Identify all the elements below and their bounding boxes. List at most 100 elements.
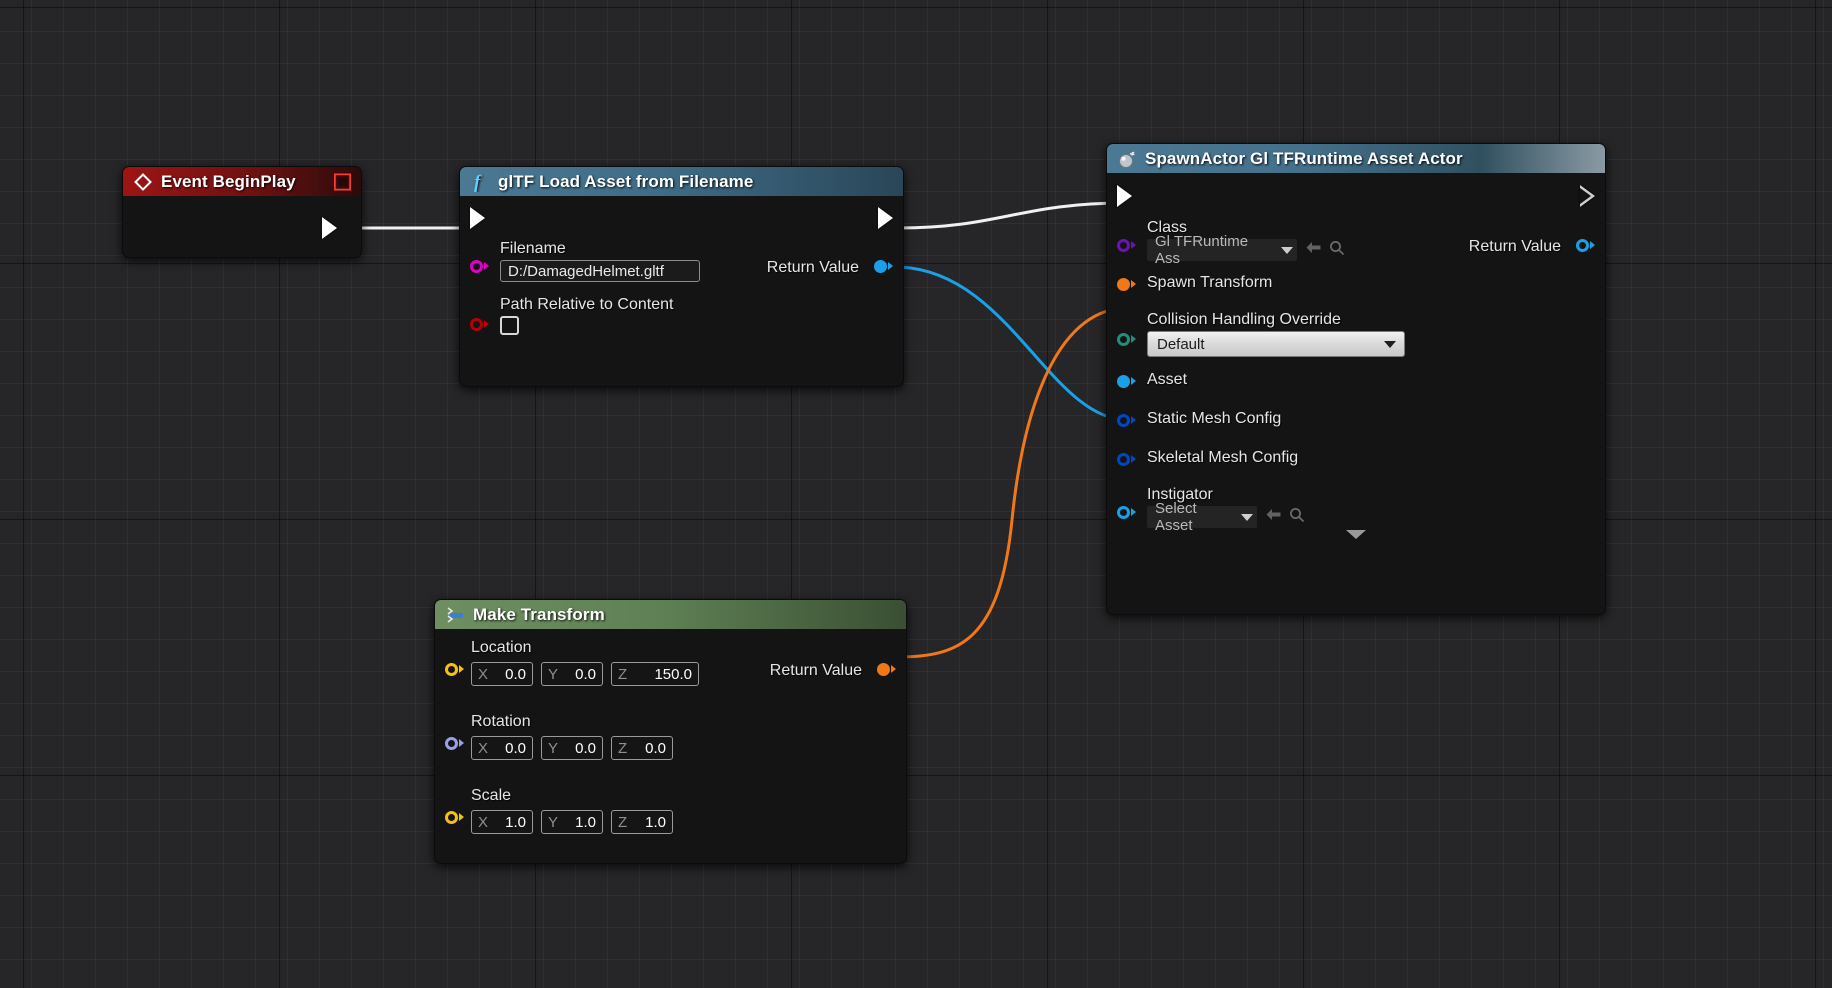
event-stop-icon[interactable] — [334, 173, 351, 190]
axis-label-y: Y — [548, 740, 558, 757]
location-y-field[interactable]: Y 0.0 — [541, 662, 603, 686]
pin-skeletal-mesh-config[interactable] — [1117, 451, 1139, 467]
pin-return-value-gltf[interactable] — [871, 258, 893, 274]
collision-handling-override-dropdown[interactable]: Default — [1147, 331, 1405, 357]
rotation-x-field[interactable]: X 0.0 — [471, 736, 533, 760]
pin-arrow-icon — [484, 320, 489, 328]
pin-arrow-icon — [484, 262, 489, 270]
node-header-event-begin-play[interactable]: Event BeginPlay — [123, 167, 361, 196]
expand-advanced-arrow[interactable] — [1346, 530, 1366, 539]
node-header-spawn-actor[interactable]: SpawnActor Gl TFRuntime Asset Actor — [1107, 144, 1605, 173]
pin-label-return-value-spawn: Return Value — [1469, 237, 1561, 256]
axis-label-y: Y — [548, 666, 558, 683]
node-spawn-actor-gltfruntime-asset-actor[interactable]: SpawnActor Gl TFRuntime Asset Actor — [1106, 143, 1606, 615]
make-transform-icon — [445, 605, 465, 625]
pin-return-value-make-transform[interactable] — [874, 661, 896, 677]
string-pin-icon — [470, 260, 483, 273]
axis-label-x: X — [478, 814, 488, 831]
wire-transform-to-spawn-transform — [898, 308, 1128, 657]
pin-return-value-spawn[interactable] — [1573, 237, 1595, 253]
pin-exec-out-gltf[interactable] — [871, 210, 893, 226]
location-z-field[interactable]: Z 150.0 — [611, 662, 699, 686]
wire-gltf-return-to-asset — [900, 267, 1128, 420]
object-pin-icon — [1117, 375, 1130, 388]
collision-handling-override-value: Default — [1157, 336, 1205, 353]
rotation-z-value: 0.0 — [645, 740, 666, 757]
path-relative-to-content-checkbox[interactable] — [500, 316, 519, 335]
instigator-combo-value: Select Asset — [1155, 500, 1235, 534]
location-x-value: 0.0 — [505, 666, 526, 683]
vector-pin-icon — [445, 663, 458, 676]
node-header-gltf-load-asset[interactable]: f glTF Load Asset from Filename — [460, 167, 903, 196]
rotation-y-value: 0.0 — [575, 740, 596, 757]
pin-exec-in-spawn-actor[interactable] — [1117, 188, 1139, 204]
node-header-make-transform[interactable]: Make Transform — [435, 600, 906, 629]
pin-arrow-icon — [1131, 335, 1136, 343]
search-icon[interactable] — [1289, 507, 1305, 528]
class-combo[interactable]: Gl TFRuntime Ass — [1147, 239, 1297, 261]
pin-label-location: Location — [471, 638, 707, 657]
pin-label-skeletal-mesh-config: Skeletal Mesh Config — [1147, 448, 1298, 467]
filename-input[interactable]: D:/DamagedHelmet.gltf — [500, 260, 700, 282]
node-gltf-load-asset-from-filename[interactable]: f glTF Load Asset from Filename — [459, 166, 904, 387]
chevron-down-icon — [1241, 514, 1253, 521]
pin-label-collision-handling-override: Collision Handling Override — [1147, 310, 1405, 329]
browse-back-icon[interactable] — [1265, 507, 1282, 527]
axis-label-x: X — [478, 666, 488, 683]
rotation-y-field[interactable]: Y 0.0 — [541, 736, 603, 760]
axis-label-y: Y — [548, 814, 558, 831]
pin-arrow-icon — [888, 262, 893, 270]
axis-label-x: X — [478, 740, 488, 757]
pin-label-rotation: Rotation — [471, 712, 681, 731]
pin-arrow-icon — [1131, 455, 1136, 463]
pin-arrow-icon — [1131, 508, 1136, 516]
location-y-value: 0.0 — [575, 666, 596, 683]
pin-spawn-transform[interactable] — [1117, 276, 1139, 292]
vector-pin-icon — [445, 811, 458, 824]
scale-x-field[interactable]: X 1.0 — [471, 810, 533, 834]
node-title-event-begin-play: Event BeginPlay — [161, 172, 296, 192]
pin-rotation[interactable] — [445, 735, 467, 751]
node-title-gltf-load-asset: glTF Load Asset from Filename — [498, 172, 753, 192]
pin-scale[interactable] — [445, 809, 467, 825]
pin-static-mesh-config[interactable] — [1117, 412, 1139, 428]
exec-triangle-icon — [878, 207, 893, 229]
scale-y-value: 1.0 — [575, 814, 596, 831]
event-node-icon — [133, 172, 153, 192]
exec-triangle-icon — [322, 217, 337, 239]
location-x-field[interactable]: X 0.0 — [471, 662, 533, 686]
object-pin-icon — [1117, 506, 1130, 519]
function-f-icon: f — [470, 172, 490, 192]
scale-y-field[interactable]: Y 1.0 — [541, 810, 603, 834]
pin-arrow-icon — [1131, 377, 1136, 385]
pin-label-static-mesh-config: Static Mesh Config — [1147, 409, 1281, 428]
pin-exec-in-gltf[interactable] — [470, 210, 492, 226]
enum-pin-icon — [1117, 333, 1130, 346]
pin-asset[interactable] — [1117, 373, 1139, 389]
browse-back-icon[interactable] — [1305, 240, 1322, 260]
pin-instigator[interactable] — [1117, 504, 1139, 520]
pin-label-spawn-transform: Spawn Transform — [1147, 273, 1272, 292]
scale-z-value: 1.0 — [645, 814, 666, 831]
pin-filename[interactable] — [470, 258, 492, 274]
search-icon[interactable] — [1329, 240, 1345, 261]
svg-text:f: f — [474, 172, 482, 192]
pin-exec-out-spawn-actor[interactable] — [1573, 188, 1595, 204]
pin-location[interactable] — [445, 661, 467, 677]
pin-path-relative-to-content[interactable] — [470, 316, 492, 332]
pin-arrow-icon — [1590, 241, 1595, 249]
instigator-combo[interactable]: Select Asset — [1147, 506, 1257, 528]
blueprint-graph-canvas[interactable]: Event BeginPlay f glTF Lo — [0, 0, 1832, 988]
node-event-begin-play[interactable]: Event BeginPlay — [122, 166, 362, 258]
pin-exec-out-begin-play[interactable] — [315, 220, 337, 236]
scale-z-field[interactable]: Z 1.0 — [611, 810, 673, 834]
pin-collision-handling-override[interactable] — [1117, 331, 1139, 347]
chevron-down-icon — [1384, 341, 1396, 348]
pin-class[interactable] — [1117, 237, 1139, 253]
axis-label-z: Z — [618, 814, 627, 831]
node-make-transform[interactable]: Make Transform Location X 0.0 — [434, 599, 907, 864]
spawn-actor-icon — [1117, 149, 1137, 169]
pin-label-filename: Filename — [500, 239, 700, 258]
rotation-z-field[interactable]: Z 0.0 — [611, 736, 673, 760]
pin-arrow-icon — [1131, 241, 1136, 249]
